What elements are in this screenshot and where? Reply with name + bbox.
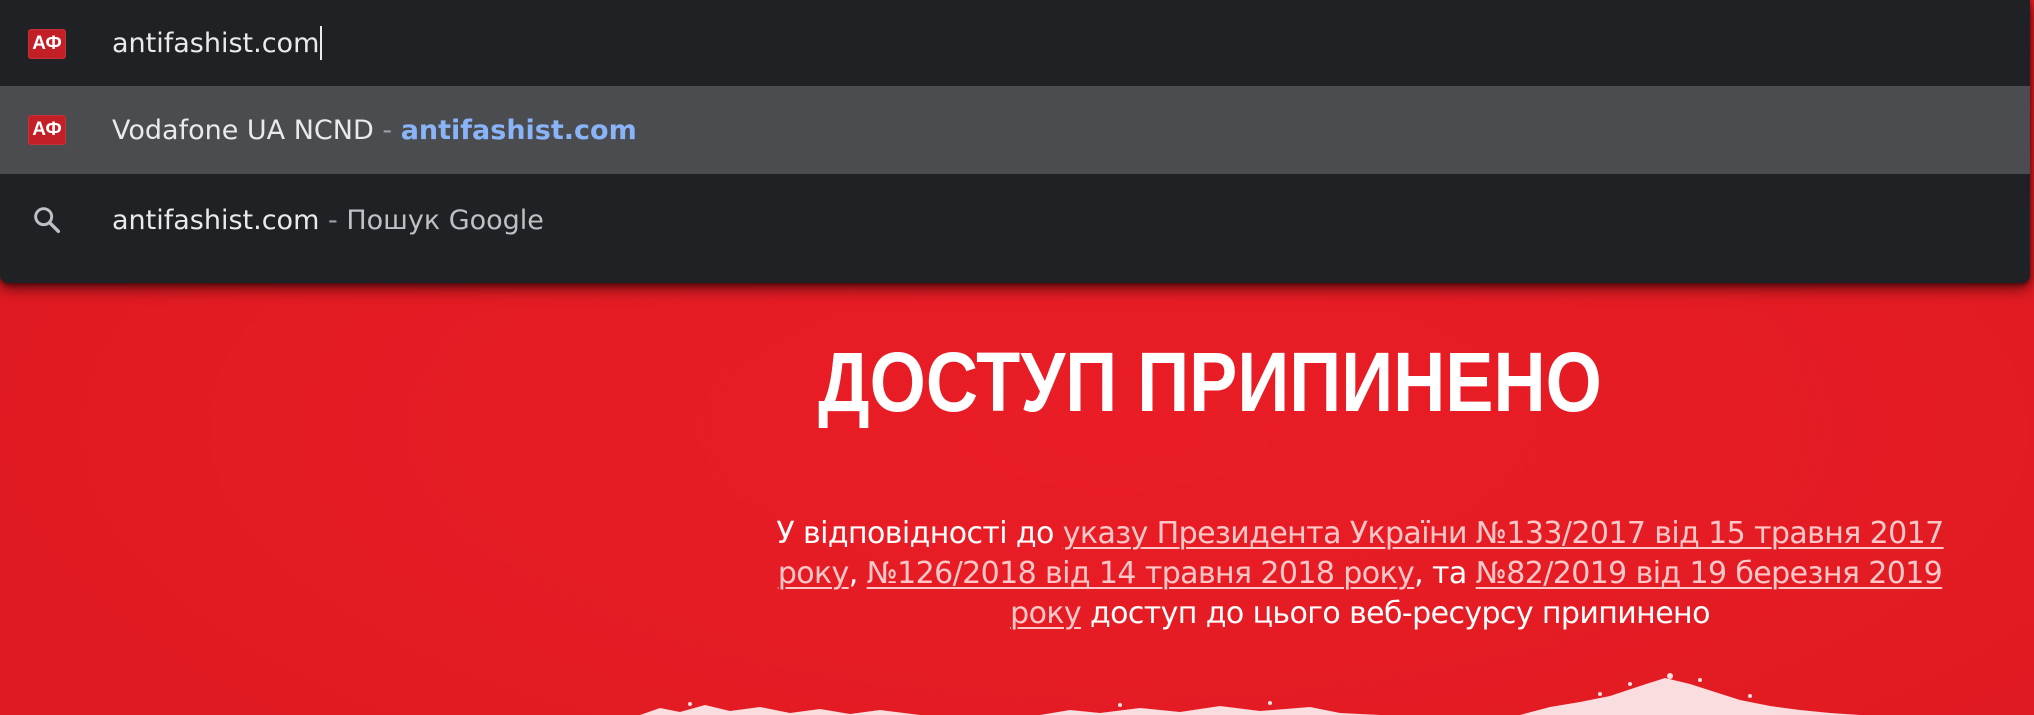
notice-suffix: доступ до цього веб-ресурсу припинено	[1081, 596, 1710, 631]
block-notice-text: У відповідності до указу Президента Укра…	[770, 514, 1950, 634]
notice-prefix: У відповідності до	[776, 516, 1063, 551]
notice-and: , та	[1414, 556, 1476, 591]
suggestion-title: Vodafone UA NCND	[112, 114, 374, 146]
omnibox-input[interactable]: antifashist.com	[112, 25, 323, 60]
suggestion-url: antifashist.com	[400, 114, 637, 146]
suggestion-item-site[interactable]: АФ Vodafone UA NCND - antifashist.com	[0, 86, 2030, 174]
decree-link-126-2018[interactable]: №126/2018 від 14 травня 2018 року	[867, 556, 1415, 591]
suggestion-separator: -	[373, 114, 401, 146]
search-provider: Пошук Google	[346, 204, 544, 236]
suggestion-label: antifashist.com - Пошук Google	[112, 205, 544, 236]
search-icon	[34, 207, 61, 234]
notice-comma: ,	[848, 556, 867, 591]
suggestion-item-search[interactable]: antifashist.com - Пошук Google	[0, 176, 2030, 264]
site-favicon-icon: АФ	[28, 29, 66, 59]
omnibox-input-row[interactable]: АФ antifashist.com	[0, 0, 2030, 88]
omnibox-dropdown: АФ antifashist.com АФ Vodafone UA NCND -…	[0, 0, 2030, 283]
search-query: antifashist.com	[112, 204, 320, 236]
site-favicon-icon: АФ	[28, 115, 66, 145]
text-caret	[320, 25, 323, 60]
page-title: ДОСТУП ПРИПИНЕНО	[818, 335, 1602, 429]
suggestion-separator: -	[319, 204, 347, 236]
suggestion-label: Vodafone UA NCND - antifashist.com	[112, 115, 637, 146]
decorative-noise-graphic	[640, 673, 1860, 715]
omnibox-input-value: antifashist.com	[112, 28, 320, 60]
